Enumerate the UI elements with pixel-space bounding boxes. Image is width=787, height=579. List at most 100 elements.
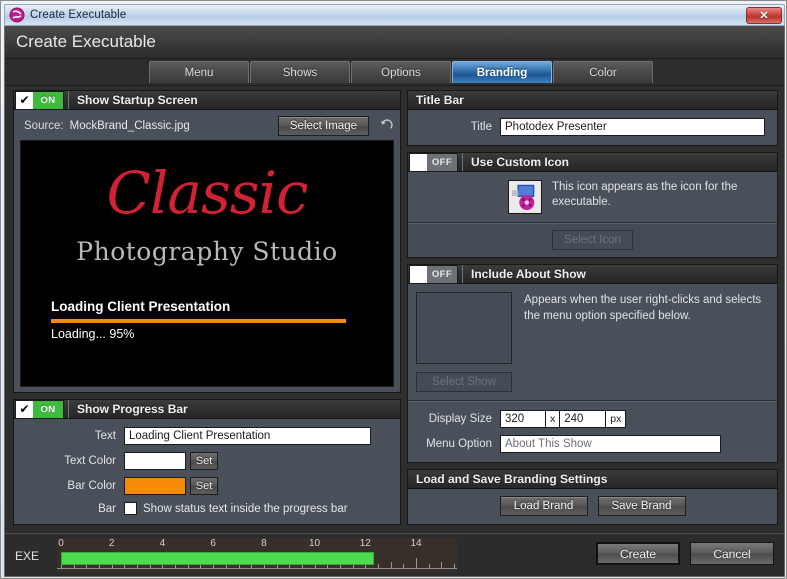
- timeline-tick-label: 8: [261, 538, 267, 549]
- preview-brand-script: Classic: [106, 159, 308, 227]
- timeline-tick-label: 12: [359, 538, 371, 549]
- progress-text-input[interactable]: Loading Client Presentation: [124, 427, 371, 445]
- display-width-input[interactable]: 320: [500, 410, 546, 428]
- bottom-bar: EXE 0 2 4 6 8 10 12 14 Create Cancel: [5, 533, 784, 576]
- select-show-row: Select Show: [408, 368, 777, 400]
- window-titlebar: Create Executable ✕: [4, 4, 785, 26]
- executable-thumbnail-icon: [508, 180, 542, 214]
- show-startup-screen-toggle[interactable]: ✔ ON: [15, 90, 64, 110]
- select-icon-row: Select Icon: [408, 224, 777, 257]
- tab-shows[interactable]: Shows: [250, 61, 350, 83]
- show-startup-screen-title: Show Startup Screen: [77, 93, 198, 107]
- about-fields: Display Size 320 x 240 px Menu Option Ab…: [408, 402, 777, 462]
- title-field-label: Title: [470, 121, 492, 133]
- about-show-thumbnail[interactable]: [416, 292, 512, 364]
- preview-overlay-status: Loading... 95%: [51, 327, 135, 341]
- include-about-show-toggle[interactable]: OFF: [409, 264, 458, 284]
- about-preview-row: Appears when the user right-clicks and s…: [408, 284, 777, 368]
- exe-label: EXE: [15, 549, 40, 563]
- branding-settings-header: Load and Save Branding Settings: [408, 470, 777, 489]
- show-startup-screen-body: Source: MockBrand_Classic.jpg Select Ima…: [14, 110, 400, 392]
- timeline-tick-label: 0: [58, 538, 64, 549]
- window-frame: Create Executable ✕ Create Executable Me…: [0, 0, 787, 579]
- create-executable-window: Create Executable ✕ Create Executable Me…: [0, 0, 787, 579]
- select-icon-button[interactable]: Select Icon: [552, 230, 633, 250]
- timeline-tick-label: 6: [210, 538, 216, 549]
- text-color-swatch[interactable]: [124, 452, 186, 470]
- toggle-state-label: OFF: [427, 153, 457, 171]
- right-panel: Title Bar Title Photodex Presenter OFF U…: [407, 90, 778, 534]
- display-size-label: Display Size: [428, 413, 492, 425]
- save-brand-button[interactable]: Save Brand: [597, 496, 686, 516]
- source-row: Source: MockBrand_Classic.jpg Select Ima…: [20, 114, 394, 138]
- about-show-description: Appears when the user right-clicks and s…: [524, 294, 762, 322]
- title-bar-header: Title Bar: [408, 91, 777, 110]
- menu-option-input[interactable]: About This Show: [500, 435, 721, 453]
- tab-branding[interactable]: Branding: [452, 61, 552, 83]
- startup-screen-preview[interactable]: Classic Photography Studio Loading Clien…: [20, 140, 394, 387]
- menu-option-row: Menu Option About This Show: [416, 435, 767, 453]
- show-progress-bar-header: ✔ ON Show Progress Bar: [14, 399, 400, 419]
- select-show-button[interactable]: Select Show: [416, 372, 512, 392]
- bar-color-set-button[interactable]: Set: [190, 477, 218, 495]
- tab-color[interactable]: Color: [553, 61, 653, 83]
- use-custom-icon-body: This icon appears as the icon for the ex…: [408, 172, 777, 257]
- left-panel: ✔ ON Show Startup Screen Source: MockBra…: [13, 90, 401, 534]
- checkbox-unchecked-icon: [410, 153, 427, 171]
- cancel-button[interactable]: Cancel: [690, 542, 774, 565]
- preview-brand-subtitle: Photography Studio: [76, 237, 338, 266]
- page-title: Create Executable: [16, 32, 156, 51]
- show-status-inside-label: Show status text inside the progress bar: [143, 502, 348, 515]
- exe-timeline[interactable]: 0 2 4 6 8 10 12 14: [57, 538, 457, 572]
- include-about-show-header: OFF Include About Show: [408, 264, 777, 284]
- header-divider: [462, 265, 463, 283]
- title-bar-group-title: Title Bar: [416, 93, 464, 107]
- tab-list: Menu Shows Options Branding Color: [149, 61, 653, 83]
- checkbox-checked-icon: ✔: [16, 400, 33, 418]
- use-custom-icon-group: OFF Use Custom Icon This icon appears as…: [407, 152, 778, 258]
- load-brand-button[interactable]: Load Brand: [499, 496, 588, 516]
- display-size-row: Display Size 320 x 240 px: [416, 410, 767, 428]
- include-about-show-group: OFF Include About Show Appears when the …: [407, 264, 778, 463]
- text-color-set-button[interactable]: Set: [190, 452, 218, 470]
- timeline-tick-label: 2: [108, 538, 115, 549]
- toggle-state-label: ON: [33, 91, 63, 109]
- header-divider: [462, 153, 463, 171]
- show-progress-bar-toggle[interactable]: ✔ ON: [15, 399, 64, 419]
- progress-text-label: Text: [94, 430, 116, 442]
- show-progress-bar-group: ✔ ON Show Progress Bar Text Loading Clie…: [13, 399, 401, 525]
- text-color-row: Text Color Set: [24, 452, 390, 470]
- show-status-inside-checkbox[interactable]: [124, 502, 137, 515]
- bar-color-swatch[interactable]: [124, 477, 186, 495]
- tabstrip: Menu Shows Options Branding Color: [5, 60, 784, 86]
- timeline-baseline: [57, 568, 457, 569]
- reset-arrow-icon[interactable]: [379, 117, 394, 135]
- timeline-fill-bar[interactable]: [61, 552, 375, 565]
- menu-option-label: Menu Option: [426, 438, 492, 450]
- branding-settings-buttons: Load Brand Save Brand: [408, 489, 777, 524]
- create-button[interactable]: Create: [596, 542, 680, 565]
- title-field-input[interactable]: Photodex Presenter: [500, 118, 765, 136]
- select-image-button[interactable]: Select Image: [277, 116, 369, 136]
- progress-text-row: Text Loading Client Presentation: [24, 427, 390, 445]
- include-about-show-body: Appears when the user right-clicks and s…: [408, 284, 777, 462]
- show-startup-screen-header: ✔ ON Show Startup Screen: [14, 90, 400, 110]
- preview-overlay-title: Loading Client Presentation: [51, 299, 231, 314]
- page-header: Create Executable: [5, 26, 784, 59]
- display-size-unit: px: [606, 410, 627, 428]
- use-custom-icon-toggle[interactable]: OFF: [409, 152, 458, 172]
- dialog-actions: Create Cancel: [596, 542, 774, 565]
- toggle-state-label: OFF: [427, 265, 457, 283]
- header-divider: [68, 91, 69, 109]
- tab-menu[interactable]: Menu: [149, 61, 249, 83]
- text-color-label: Text Color: [64, 455, 116, 467]
- tab-options[interactable]: Options: [351, 61, 451, 83]
- display-height-input[interactable]: 240: [560, 410, 607, 428]
- custom-icon-description: This icon appears as the icon for the ex…: [552, 181, 738, 208]
- close-icon[interactable]: ✕: [746, 7, 782, 24]
- custom-icon-preview-row: This icon appears as the icon for the ex…: [408, 172, 777, 222]
- checkbox-checked-icon: ✔: [16, 91, 33, 109]
- title-row: Title Photodex Presenter: [418, 118, 767, 136]
- branding-settings-title: Load and Save Branding Settings: [416, 472, 608, 486]
- bar-color-row: Bar Color Set: [24, 477, 390, 495]
